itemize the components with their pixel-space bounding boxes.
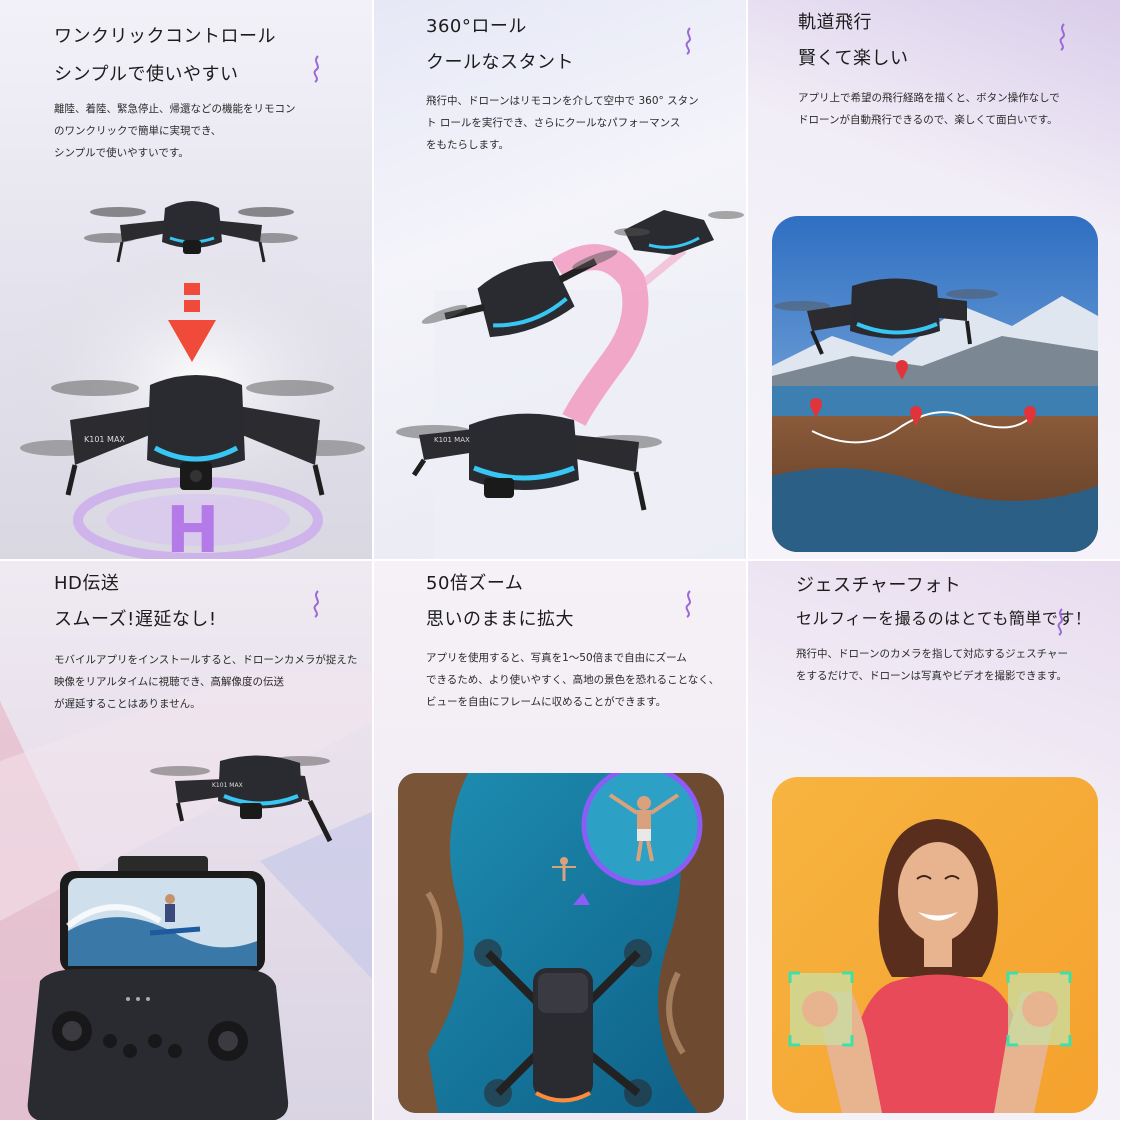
squiggle-decoration <box>1059 23 1065 51</box>
squiggle-decoration <box>685 590 691 618</box>
controller-illustration: K101 MAX <box>27 755 333 1120</box>
panel-description: アプリ上で希望の飛行経路を描くと、ボタン操作なしで ドローンが自動飛行できるので… <box>798 92 1060 126</box>
panel-description: モバイルアプリをインストールすると、ドローンカメラが捉えた 映像をリアルタイムに… <box>54 654 358 710</box>
landing-pad-letter: H <box>166 494 220 561</box>
selfie-photo <box>772 777 1098 1113</box>
panel-trajectory-flight: 軌道飛行 賢くて楽しい アプリ上で希望の飛行経路を描くと、ボタン操作なしで ドロ… <box>748 0 1122 561</box>
panel-50x-zoom: 50倍ズーム 思いのままに拡大 アプリを使用すると、写真を1～50倍まで自由にズ… <box>374 561 748 1122</box>
panel-title-main: ジェスチャーフォト <box>796 575 962 596</box>
panel-title-main: 軌道飛行 <box>798 12 872 33</box>
panel-description: 飛行中、ドローンはリモコンを介して空中で 360° スタン ト ロールを実行でき… <box>426 95 699 151</box>
gesture-frame-left <box>788 971 854 1047</box>
panel-title-main: ワンクリックコントロール <box>54 26 276 47</box>
panel-title-main: 50倍ズーム <box>426 573 524 594</box>
panel-title-sub: シンプルで使いやすい <box>54 64 239 85</box>
squiggle-decoration <box>313 55 319 83</box>
panel-title-main: HD伝送 <box>54 573 120 594</box>
landscape-photo <box>772 216 1098 552</box>
squiggle-decoration <box>685 27 691 55</box>
feature-grid: ワンクリックコントロール シンプルで使いやすい 離陸、着陸、緊急停止、帰還などの… <box>0 0 1122 1122</box>
panel-description: 飛行中、ドローンのカメラを指して対応するジェスチャー をするだけで、ドローンは写… <box>796 648 1069 682</box>
panel-hd-transmission: HD伝送 スムーズ!遅延なし! モバイルアプリをインストールすると、ドローンカメ… <box>0 561 374 1122</box>
aerial-water-photo <box>398 773 724 1113</box>
panel-title-sub: 思いのままに拡大 <box>426 609 574 630</box>
drone-flying: K101 MAX <box>150 755 333 843</box>
drone-top-right <box>614 210 744 255</box>
drone-model-label: K101 MAX <box>434 436 470 444</box>
panel-description: アプリを使用すると、写真を1～50倍まで自由にズーム できるため、より使いやすく… <box>426 652 720 708</box>
drone-roll-illustration: K101 MAX <box>396 210 744 559</box>
panel-360-roll: 360°ロール クールなスタント 飛行中、ドローンはリモコンを介して空中で 36… <box>374 0 748 561</box>
gesture-frame-right <box>1006 971 1072 1047</box>
panel-title-sub: スムーズ!遅延なし! <box>54 609 217 630</box>
panel-title-sub: クールなスタント <box>426 52 574 73</box>
remote-controller <box>27 969 289 1120</box>
drone-landing-illustration: H K101 MAX <box>10 201 372 561</box>
squiggle-decoration <box>313 590 319 618</box>
squiggle-decoration <box>1057 608 1063 636</box>
drone-model-label: K101 MAX <box>212 782 243 789</box>
panel-title-sub: 賢くて楽しい <box>798 48 909 69</box>
drone-model-label: K101 MAX <box>84 435 125 444</box>
panel-one-click-control: ワンクリックコントロール シンプルで使いやすい 離陸、着陸、緊急停止、帰還などの… <box>0 0 374 561</box>
panel-description: 離陸、着陸、緊急停止、帰還などの機能をリモコン のワンクリックで簡単に実現でき、… <box>54 103 296 159</box>
panel-gesture-photo: ジェスチャーフォト セルフィーを撮るのはとても簡単です！ 飛行中、ドローンのカメ… <box>748 561 1122 1122</box>
panel-title-main: 360°ロール <box>426 16 527 37</box>
phone-on-controller <box>60 856 265 973</box>
panel-title-sub: セルフィーを撮るのはとても簡単です！ <box>796 609 1092 628</box>
